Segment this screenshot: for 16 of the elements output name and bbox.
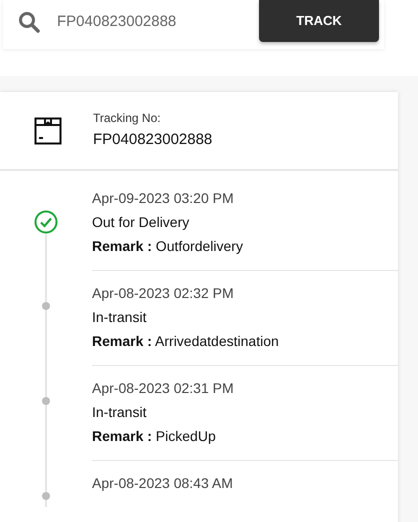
event-datetime: Apr-08-2023 08:43 AM	[92, 474, 234, 493]
event-status: In-transit	[92, 308, 148, 327]
event-datetime: Apr-09-2023 03:20 PM	[92, 189, 235, 208]
event-datetime: Apr-08-2023 02:31 PM	[92, 379, 235, 398]
event-status: Out for Delivery	[92, 213, 190, 232]
track-button[interactable]: TRACK	[259, 0, 379, 42]
event-datetime: Apr-08-2023 02:32 PM	[92, 284, 235, 303]
search-icon	[17, 10, 41, 34]
event-status: In-transit	[92, 403, 148, 422]
event-remark: Remark : PickedUp	[92, 427, 217, 446]
tracking-input[interactable]: FP040823002888	[57, 8, 237, 34]
tracking-number: FP040823002888	[93, 130, 212, 150]
tracking-label: Tracking No:	[93, 110, 162, 128]
package-icon	[34, 116, 62, 144]
event-remark: Remark : Outfordelivery	[92, 237, 244, 256]
event-remark: Remark : Arrivedatdestination	[92, 332, 280, 351]
